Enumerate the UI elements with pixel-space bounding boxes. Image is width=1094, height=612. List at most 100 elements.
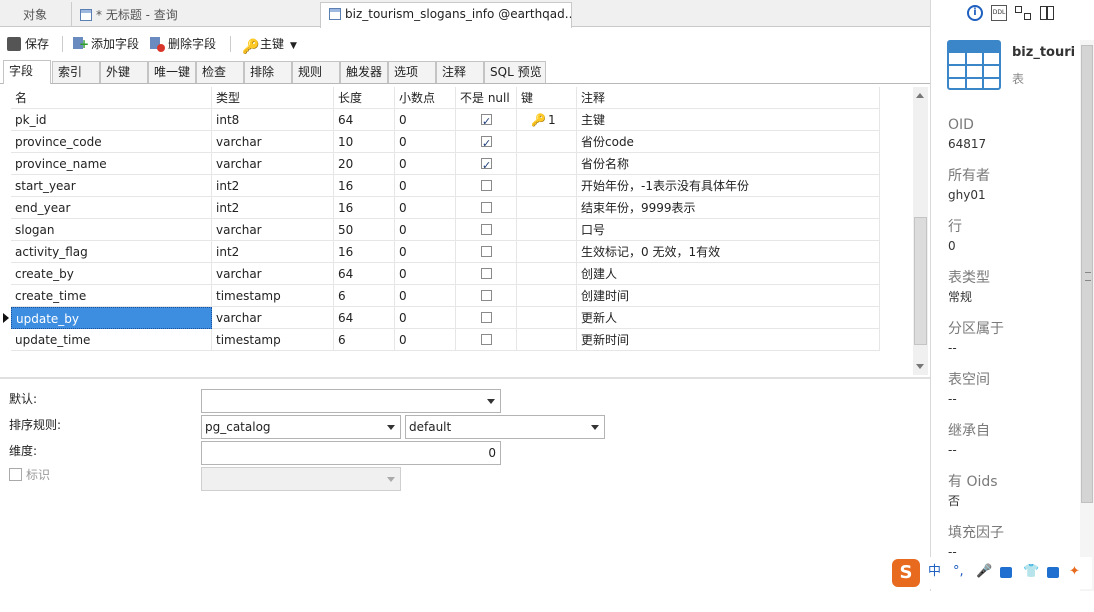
cell-length[interactable]: 64: [334, 263, 395, 285]
row-indicator[interactable]: [0, 219, 11, 241]
save-button[interactable]: 保存: [7, 33, 49, 55]
table-row[interactable]: update_by varchar 64 0 更新人: [0, 307, 880, 329]
ddl-icon[interactable]: DDL: [991, 5, 1007, 21]
cell-length[interactable]: 6: [334, 285, 395, 307]
table-row[interactable]: start_year int2 16 0 开始年份，-1表示没有具体年份: [0, 175, 880, 197]
subtab-comment[interactable]: 注释: [436, 61, 484, 83]
keyboard-icon[interactable]: [1000, 567, 1012, 578]
cell-comment[interactable]: 创建时间: [577, 285, 880, 307]
row-indicator[interactable]: [0, 329, 11, 351]
cell-length[interactable]: 6: [334, 329, 395, 351]
not-null-checkbox[interactable]: [481, 111, 492, 130]
cell-name[interactable]: slogan: [11, 219, 212, 241]
cell-decimals[interactable]: 0: [395, 219, 456, 241]
cell-type[interactable]: int2: [212, 197, 334, 219]
not-null-checkbox[interactable]: [481, 290, 492, 301]
cell-type[interactable]: int2: [212, 241, 334, 263]
toolbox-icon[interactable]: [1047, 567, 1059, 578]
cell-comment[interactable]: 生效标记，0 无效，1有效: [577, 241, 880, 263]
cell-length[interactable]: 64: [334, 109, 395, 131]
cell-comment[interactable]: 开始年份，-1表示没有具体年份: [577, 175, 880, 197]
cell-comment[interactable]: 省份code: [577, 131, 880, 153]
table-row[interactable]: activity_flag int2 16 0 生效标记，0 无效，1有效: [0, 241, 880, 263]
scrollbar-thumb[interactable]: [1081, 45, 1093, 503]
add-field-button[interactable]: 添加字段: [73, 33, 139, 55]
cell-key[interactable]: [517, 329, 577, 351]
collation-schema-select[interactable]: pg_catalog: [201, 415, 401, 439]
table-row[interactable]: pk_idint8640🔑1主键: [0, 109, 880, 131]
skin-icon[interactable]: 👕: [1023, 564, 1039, 580]
cell-not-null[interactable]: [456, 175, 517, 197]
cell-name[interactable]: province_code: [11, 131, 212, 153]
subtab-fields[interactable]: 字段: [3, 60, 51, 84]
subtab-triggers[interactable]: 触发器: [340, 61, 388, 83]
cell-comment[interactable]: 更新人: [577, 307, 880, 329]
not-null-checkbox[interactable]: [481, 202, 492, 213]
not-null-checkbox[interactable]: [481, 312, 492, 323]
header-key[interactable]: 键: [517, 87, 577, 109]
panel-splitter[interactable]: [0, 377, 930, 379]
row-indicator[interactable]: [0, 153, 11, 175]
cell-decimals[interactable]: 0: [395, 153, 456, 175]
scroll-up-icon[interactable]: [916, 93, 924, 98]
ime-logo[interactable]: S: [892, 559, 920, 587]
dimension-input[interactable]: 0: [201, 441, 501, 465]
subtab-indexes[interactable]: 索引: [52, 61, 100, 83]
info-panel-scrollbar[interactable]: [1080, 40, 1094, 591]
cell-type[interactable]: timestamp: [212, 329, 334, 351]
cell-decimals[interactable]: 0: [395, 329, 456, 351]
cell-not-null[interactable]: [456, 153, 517, 175]
header-length[interactable]: 长度: [334, 87, 395, 109]
not-null-checkbox[interactable]: [481, 268, 492, 279]
table-row[interactable]: end_year int2 16 0 结束年份，9999表示: [0, 197, 880, 219]
subtab-foreign-keys[interactable]: 外键: [100, 61, 148, 83]
cell-name[interactable]: start_year: [11, 175, 212, 197]
cell-name[interactable]: province_name: [11, 153, 212, 175]
ime-mode[interactable]: 中: [928, 564, 941, 580]
cell-length[interactable]: 16: [334, 241, 395, 263]
row-indicator[interactable]: [0, 131, 11, 153]
cell-key[interactable]: [517, 307, 577, 329]
delete-field-button[interactable]: 删除字段: [150, 33, 216, 55]
not-null-checkbox[interactable]: [481, 224, 492, 235]
cell-decimals[interactable]: 0: [395, 175, 456, 197]
subtab-sql-preview[interactable]: SQL 预览: [484, 61, 546, 83]
header-not-null[interactable]: 不是 null: [456, 87, 517, 109]
table-row[interactable]: slogan varchar 50 0 口号: [0, 219, 880, 241]
cell-comment[interactable]: 主键: [577, 109, 880, 131]
cell-name[interactable]: pk_id: [11, 109, 212, 131]
table-row[interactable]: province_codevarchar100 省份code: [0, 131, 880, 153]
cell-length[interactable]: 50: [334, 219, 395, 241]
microphone-icon[interactable]: 🎤: [976, 564, 992, 580]
cell-name[interactable]: update_by: [11, 307, 212, 329]
cell-type[interactable]: varchar: [212, 219, 334, 241]
cell-not-null[interactable]: [456, 307, 517, 329]
cell-comment[interactable]: 更新时间: [577, 329, 880, 351]
row-indicator[interactable]: [0, 109, 11, 131]
cell-not-null[interactable]: [456, 131, 517, 153]
not-null-checkbox[interactable]: [481, 133, 492, 152]
grid-vertical-scrollbar[interactable]: [913, 87, 928, 375]
identity-checkbox-box[interactable]: [9, 468, 22, 481]
cell-key[interactable]: [517, 285, 577, 307]
cell-key[interactable]: 🔑 1: [517, 109, 577, 131]
row-indicator[interactable]: [0, 263, 11, 285]
cell-key[interactable]: [517, 131, 577, 153]
cell-decimals[interactable]: 0: [395, 285, 456, 307]
header-comment[interactable]: 注释: [577, 87, 880, 109]
primary-key-button[interactable]: 🔑主键 ▼: [242, 33, 297, 55]
cell-length[interactable]: 20: [334, 153, 395, 175]
cell-type[interactable]: varchar: [212, 263, 334, 285]
table-row[interactable]: create_by varchar 64 0 创建人: [0, 263, 880, 285]
cell-comment[interactable]: 创建人: [577, 263, 880, 285]
row-indicator[interactable]: [0, 175, 11, 197]
cell-not-null[interactable]: [456, 197, 517, 219]
table-row[interactable]: create_time timestamp 6 0 创建时间: [0, 285, 880, 307]
cell-name[interactable]: create_by: [11, 263, 212, 285]
cell-length[interactable]: 64: [334, 307, 395, 329]
cell-type[interactable]: varchar: [212, 307, 334, 329]
subtab-excludes[interactable]: 排除: [244, 61, 292, 83]
row-indicator[interactable]: [0, 197, 11, 219]
cell-key[interactable]: [517, 197, 577, 219]
subtab-rules[interactable]: 规则: [292, 61, 340, 83]
